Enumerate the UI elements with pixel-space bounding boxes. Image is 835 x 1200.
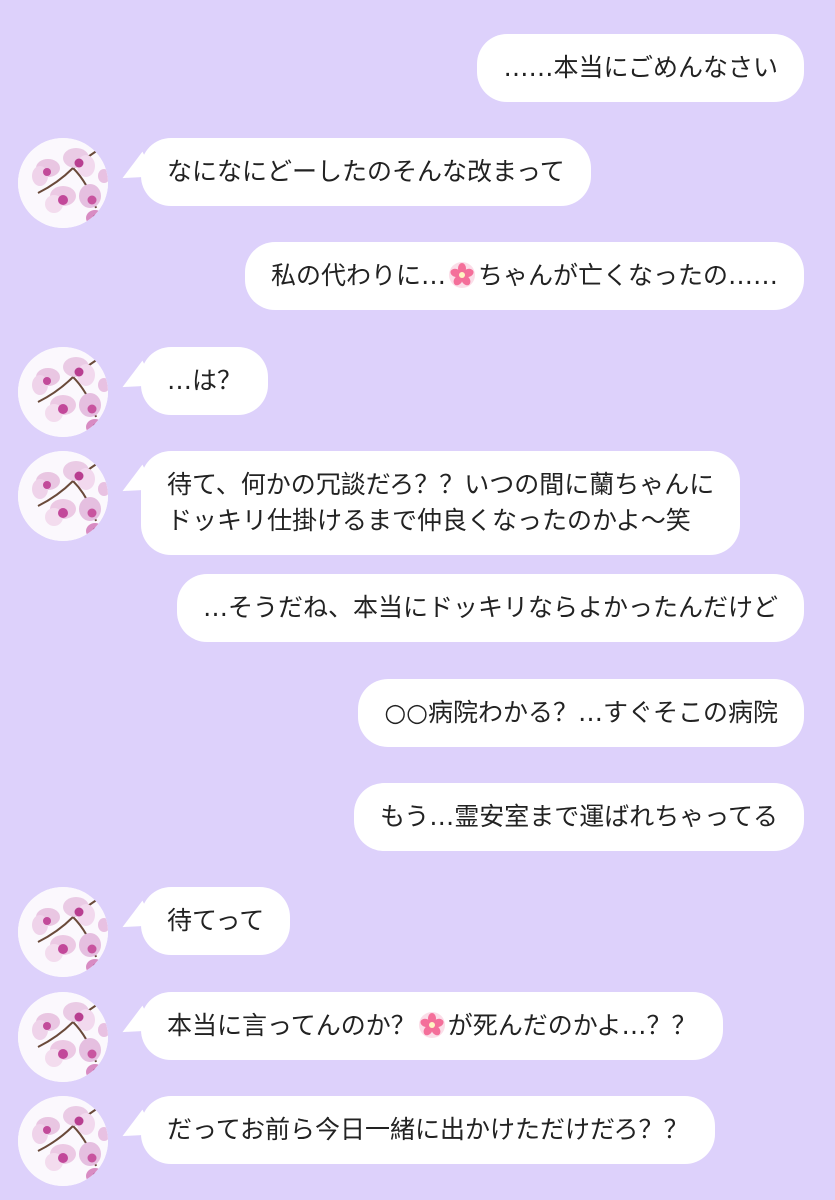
message-bubble[interactable]: 本当に言ってんのか？ が死んだのかよ…？？ bbox=[141, 992, 723, 1060]
message-text-line: ドッキリ仕掛けるまで仲良くなったのかよ〜笑 bbox=[167, 506, 691, 535]
message-text: …は？ bbox=[167, 366, 243, 395]
message-bubble[interactable]: 私の代わりに… ちゃんが亡くなったの…… bbox=[244, 242, 804, 310]
message-text: が死んだのかよ…？？ bbox=[447, 1011, 697, 1040]
orchid-avatar-icon[interactable] bbox=[18, 347, 108, 437]
message-bubble[interactable]: もう…霊安室まで運ばれちゃってる bbox=[353, 783, 804, 851]
chat-area: ……本当にごめんなさい なになにどーしたのそんな改まって 私の代わりに… ちゃんが… bbox=[0, 0, 835, 1200]
message-text: ……本当にごめんなさい bbox=[503, 53, 778, 82]
message-text: ○○病院わかる？…すぐそこの病院 bbox=[384, 698, 778, 727]
message-bubble[interactable]: 待て、何かの冗談だろ？？いつの間に蘭ちゃんに ドッキリ仕掛けるまで仲良くなったの… bbox=[141, 451, 741, 555]
orchid-avatar-icon[interactable] bbox=[18, 138, 108, 228]
orchid-avatar-icon[interactable] bbox=[18, 451, 108, 541]
message-text: だってお前ら今日一緒に出かけただけだろ？？ bbox=[167, 1115, 689, 1144]
message-bubble[interactable]: だってお前ら今日一緒に出かけただけだろ？？ bbox=[141, 1096, 715, 1164]
message-text: 私の代わりに… bbox=[270, 261, 446, 290]
message-text-line: 待て、何かの冗談だろ？？いつの間に蘭ちゃんに bbox=[167, 470, 715, 499]
message-bubble[interactable]: なになにどーしたのそんな改まって bbox=[141, 138, 591, 206]
message-bubble[interactable]: ……本当にごめんなさい bbox=[477, 34, 804, 102]
message-bubble[interactable]: …は？ bbox=[141, 347, 269, 415]
message-text: なになにどーしたのそんな改まって bbox=[167, 157, 565, 186]
sakura-icon bbox=[418, 1012, 445, 1038]
orchid-avatar-icon[interactable] bbox=[18, 992, 108, 1082]
message-text: …そうだね、本当にドッキリならよかったんだけど bbox=[202, 593, 778, 622]
message-text: 待てって bbox=[167, 906, 265, 935]
message-bubble[interactable]: 待てって bbox=[141, 887, 291, 955]
message-text: 本当に言ってんのか？ bbox=[167, 1011, 416, 1040]
message-text: もう…霊安室まで運ばれちゃってる bbox=[379, 802, 778, 831]
message-bubble[interactable]: …そうだね、本当にドッキリならよかったんだけど bbox=[176, 574, 804, 642]
sakura-icon bbox=[448, 262, 475, 288]
orchid-avatar-icon[interactable] bbox=[18, 1096, 108, 1186]
message-bubble[interactable]: ○○病院わかる？…すぐそこの病院 bbox=[358, 679, 804, 747]
message-text: ちゃんが亡くなったの…… bbox=[477, 261, 778, 290]
orchid-avatar-icon[interactable] bbox=[18, 887, 108, 977]
